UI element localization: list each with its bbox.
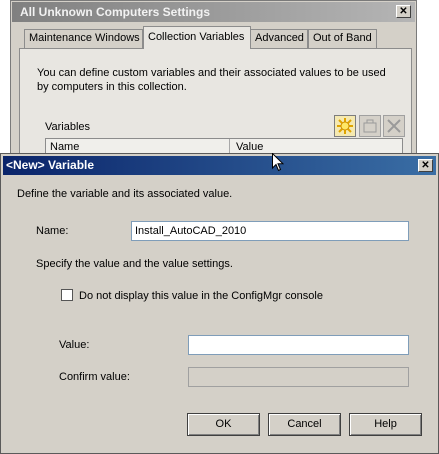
delete-icon [387,119,401,133]
settings-window: All Unknown Computers Settings ✕ Mainten… [10,0,417,173]
tab-collection-variables[interactable]: Collection Variables [143,26,251,49]
dialog-titlebar[interactable]: <New> Variable ✕ [3,156,436,175]
close-icon[interactable]: ✕ [418,159,433,172]
variables-label: Variables [45,121,91,133]
cancel-button[interactable]: Cancel [268,413,341,436]
settings-window-title: All Unknown Computers Settings [20,5,211,19]
settings-window-titlebar[interactable]: All Unknown Computers Settings ✕ [12,2,415,22]
name-label: Name: [36,225,69,237]
tab-label: Collection Variables [148,31,245,43]
ok-button[interactable]: OK [187,413,260,436]
value-field[interactable] [188,335,409,355]
properties-icon [363,119,377,133]
delete-button[interactable] [383,115,405,137]
new-variable-icon [337,118,353,134]
tab-out-of-band[interactable]: Out of Band [308,29,377,48]
new-variable-dialog: <New> Variable ✕ Define the variable and… [0,153,439,454]
mouse-pointer-icon [272,153,284,172]
tab-maintenance-windows[interactable]: Maintenance Windows [24,29,143,48]
dialog-description: Define the variable and its associated v… [17,188,233,200]
properties-button[interactable] [359,115,381,137]
hide-value-checkbox-label[interactable]: Do not display this value in the ConfigM… [79,290,323,302]
tab-label: Out of Band [313,32,372,44]
column-header-value[interactable]: Value [236,141,263,153]
name-field[interactable] [131,221,409,241]
value-label: Value: [59,339,90,351]
close-icon[interactable]: ✕ [396,5,411,18]
tab-advanced[interactable]: Advanced [250,29,308,48]
column-header-name[interactable]: Name [50,141,79,153]
help-button[interactable]: Help [349,413,422,436]
dialog-title: <New> Variable [6,158,95,172]
confirm-value-label: Confirm value: [59,371,130,383]
confirm-value-field[interactable] [188,367,409,387]
new-variable-button[interactable] [334,115,356,137]
hide-value-checkbox[interactable] [61,289,73,301]
specify-value-text: Specify the value and the value settings… [36,258,233,270]
panel-description: You can define custom variables and thei… [37,67,386,93]
tab-label: Maintenance Windows [29,32,140,44]
tab-label: Advanced [255,32,304,44]
